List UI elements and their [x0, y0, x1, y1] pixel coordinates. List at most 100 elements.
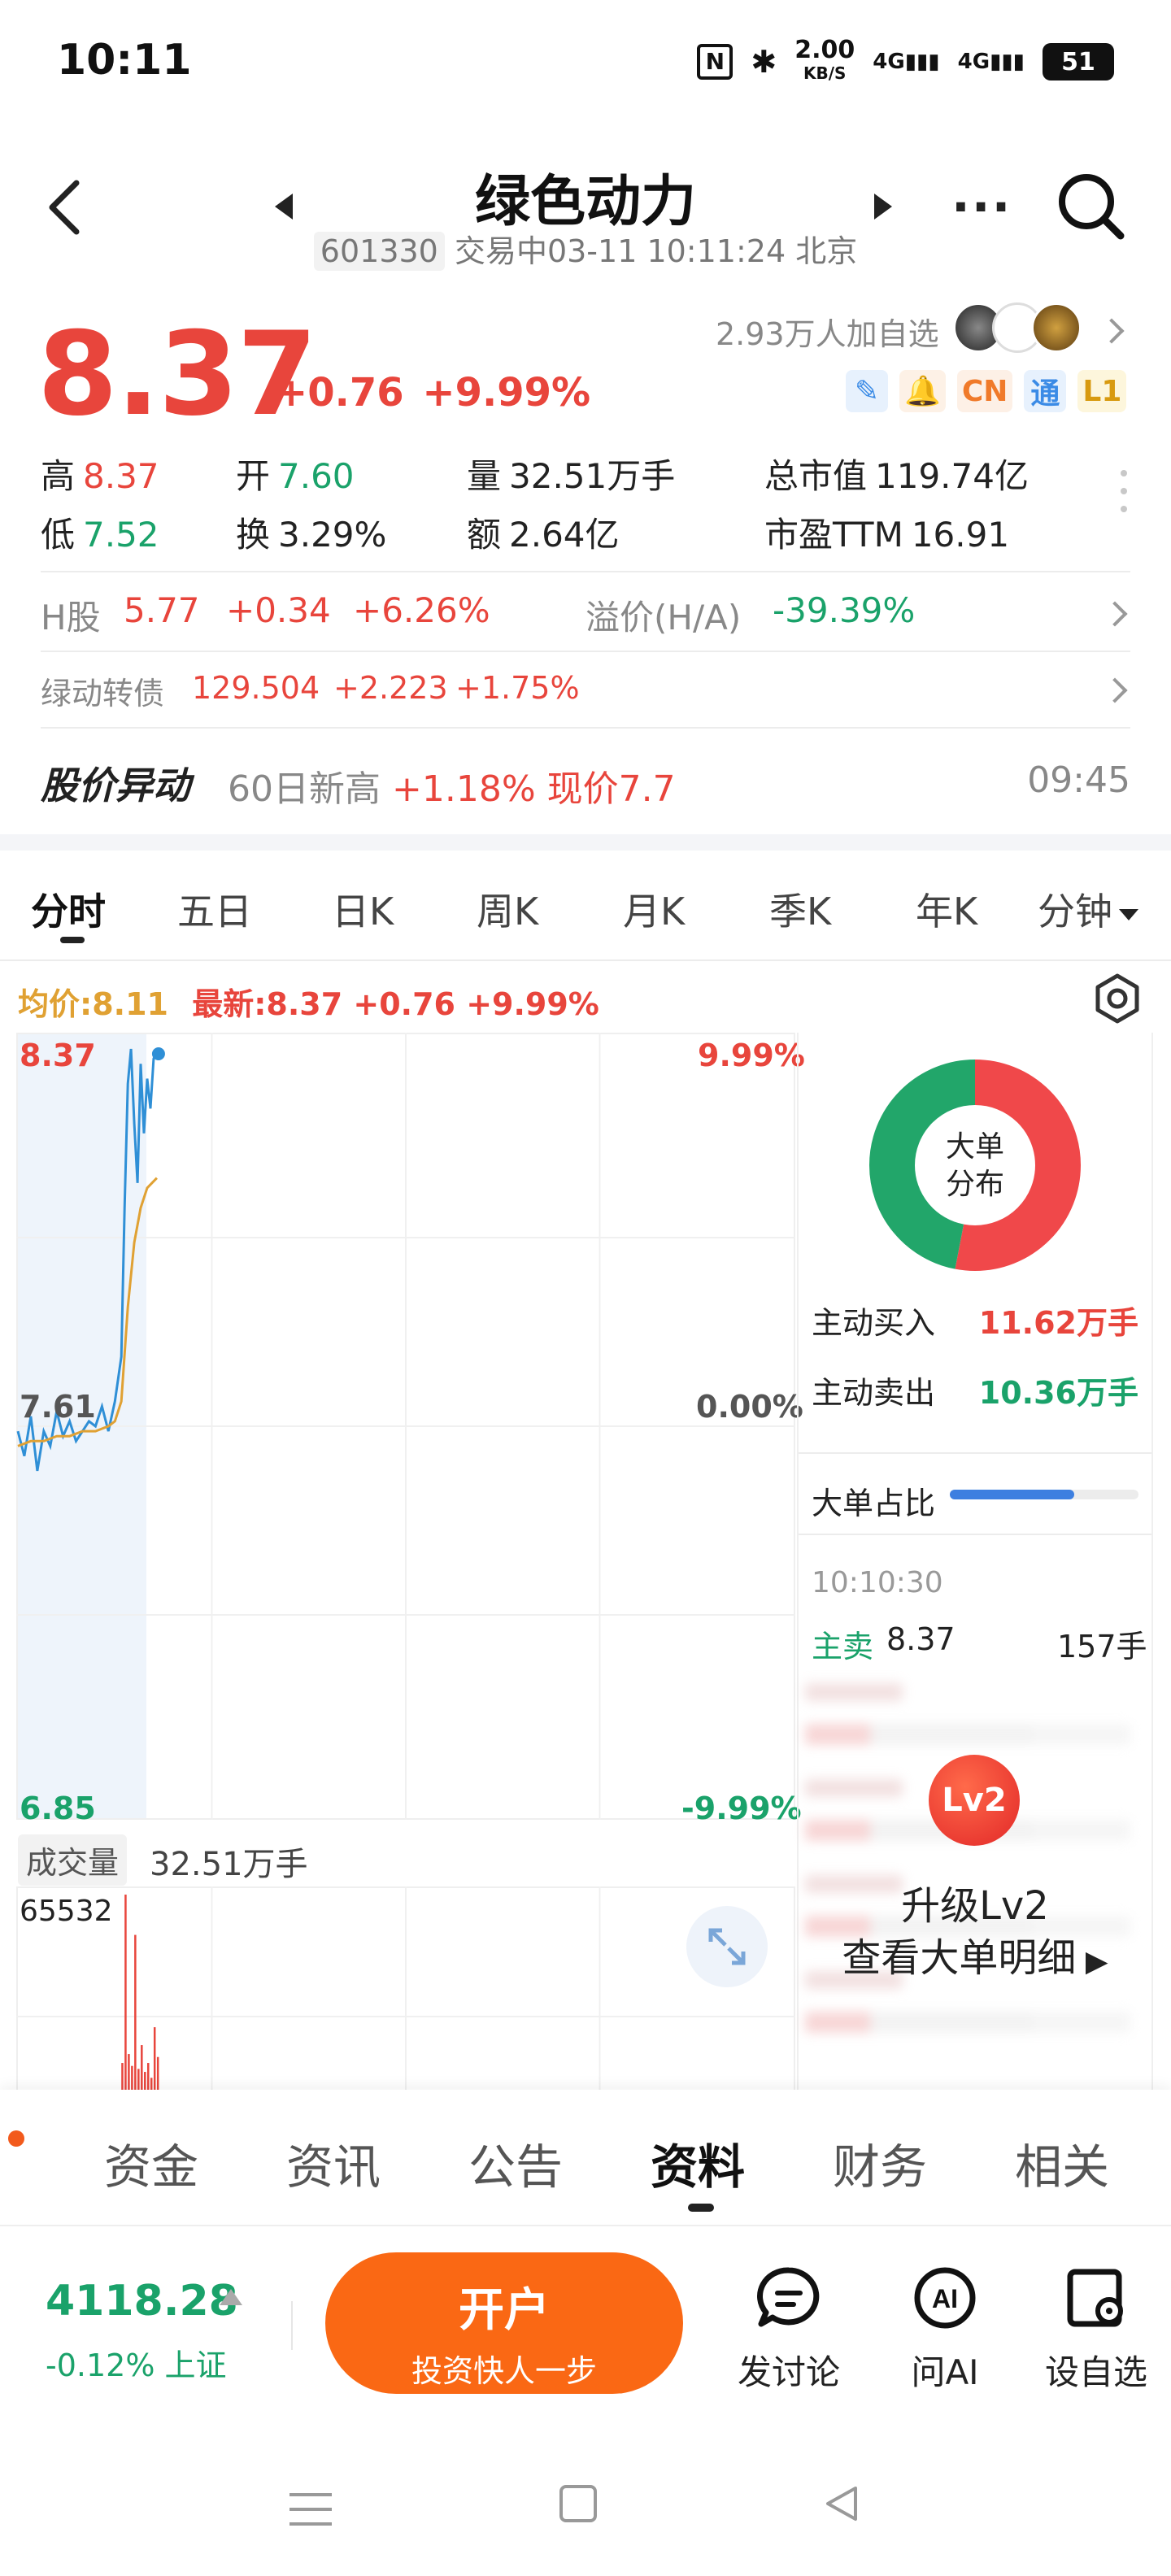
volume-bar [128, 2054, 130, 2090]
ask-ai-label: 问AI [911, 2352, 979, 2392]
tab-five-day[interactable]: 五日 [177, 882, 252, 936]
bell-icon[interactable]: 🔔 [899, 370, 946, 412]
convertible-row[interactable]: 绿动转债 129.504 +2.223 +1.75% [41, 665, 1130, 717]
volume-axis-max: 65532 [20, 1895, 113, 1928]
divider [291, 2301, 293, 2350]
followers-count[interactable]: 2.93万人加自选 [716, 309, 939, 354]
volume-bar [131, 2065, 133, 2090]
ask-ai-button[interactable]: AI 问AI [880, 2264, 1010, 2395]
follower-avatars[interactable] [953, 302, 1082, 353]
discuss-button[interactable]: 发讨论 [724, 2264, 854, 2395]
volume-bar [124, 1895, 127, 2090]
tab-funds[interactable]: 资金 [104, 2129, 198, 2197]
menu-nav-icon[interactable] [289, 2480, 332, 2526]
tab-indicator [60, 937, 85, 943]
tab-quarterly-k[interactable]: 季K [769, 882, 831, 936]
stock-code: 601330 [313, 232, 445, 271]
tab-financials[interactable]: 财务 [833, 2129, 927, 2197]
tab-news[interactable]: 资讯 [286, 2129, 381, 2197]
divider [799, 1534, 1151, 1535]
upgrade-title[interactable]: 升级Lv2 [797, 1873, 1153, 1930]
index-trend-icon [220, 2289, 242, 2305]
tab-minute[interactable]: 分钟 [1038, 882, 1138, 936]
h-share-change: +0.34 [226, 590, 331, 630]
h-share-pct: +6.26% [353, 590, 490, 630]
active-buy-value: 11.62万手 [978, 1305, 1138, 1341]
chevron-right-icon [1102, 677, 1128, 703]
section-gap [0, 834, 1171, 851]
price-axis-bottom: 6.85 [20, 1791, 96, 1826]
anomaly-text[interactable]: 60日新高 +1.18% 现价7.7 [228, 759, 676, 812]
notification-dot [8, 2130, 24, 2147]
search-icon[interactable] [1054, 169, 1127, 242]
donut-center-label: 大单 分布 [932, 1122, 1018, 1208]
tab-announcements[interactable]: 公告 [468, 2129, 563, 2197]
upgrade-subtitle[interactable]: 查看大单明细 ▶ [797, 1925, 1153, 1982]
trade-side: 主卖 [812, 1629, 874, 1664]
edit-icon[interactable]: ✎ [846, 370, 888, 412]
divider [0, 2225, 1171, 2226]
tab-monthly-k[interactable]: 月K [623, 882, 685, 936]
h-share-row[interactable]: H股 5.77 +0.34 +6.26% 溢价(H/A) -39.39% [41, 587, 1130, 644]
signal-icon: 4G▮▮▮ [873, 50, 940, 74]
divider [41, 727, 1130, 729]
latest-point [151, 1047, 165, 1060]
anomaly-time: 09:45 [1027, 759, 1130, 801]
h-share-label: H股 [41, 598, 101, 637]
trade-qty: 157手 [1057, 1629, 1147, 1664]
watchlist-icon [1067, 2269, 1123, 2327]
battery-icon: 51 [1043, 43, 1114, 80]
open-account-button[interactable]: 开户 投资快人一步 [325, 2252, 683, 2394]
volume-bar [134, 1934, 137, 2090]
discuss-label: 发讨论 [737, 2352, 840, 2392]
price-axis-top: 8.37 [20, 1038, 96, 1073]
bottom-tab-indicator [688, 2204, 714, 2212]
tab-weekly-k[interactable]: 周K [477, 882, 538, 936]
ai-icon: AI [914, 2267, 976, 2329]
gear-icon[interactable] [1091, 973, 1143, 1025]
big-order-ratio-fill [950, 1490, 1075, 1499]
index-change: -0.12% 上证 [46, 2348, 227, 2383]
tab-intraday[interactable]: 分时 [31, 882, 106, 936]
connect-badge: 通 [1024, 370, 1067, 412]
stat-open: 开 7.60 [236, 456, 355, 496]
tab-related[interactable]: 相关 [1015, 2129, 1109, 2197]
home-nav-icon[interactable] [559, 2485, 597, 2522]
chart-legend: 均价:8.11 最新:8.37 +0.76 +9.99% [18, 979, 599, 1024]
back-nav-icon[interactable] [821, 2483, 862, 2524]
volume-chip[interactable]: 成交量 [18, 1834, 128, 1886]
intraday-chart[interactable] [16, 1033, 795, 1820]
divider [0, 959, 1171, 961]
volume-bar [121, 2063, 124, 2090]
stat-pe: 市盈TTM 16.91 [764, 515, 1010, 555]
volume-bar [147, 2063, 150, 2090]
more-icon[interactable]: ··· [951, 179, 1012, 236]
level-badge: L1 [1077, 370, 1127, 412]
nfc-icon: N [697, 44, 734, 80]
open-account-sub: 投资快人一步 [411, 2353, 597, 2389]
expand-stats-handle[interactable] [1121, 470, 1127, 524]
add-watchlist-label: 设自选 [1044, 2352, 1147, 2392]
convertible-change: +2.223 [333, 670, 448, 706]
avg-price-label: 均价:8.11 [18, 986, 168, 1022]
volume-bar [156, 2056, 159, 2090]
pct-axis-bottom: -9.99% [681, 1791, 802, 1826]
big-order-ratio-bar [950, 1490, 1138, 1499]
price-axis-mid: 7.61 [20, 1389, 96, 1425]
next-stock-icon[interactable] [874, 194, 892, 220]
volume-bar [144, 2072, 146, 2090]
lv2-badge[interactable]: Lv2 [929, 1755, 1020, 1846]
price-change: +0.76 +9.99% [275, 370, 590, 416]
tab-yearly-k[interactable]: 年K [916, 882, 977, 936]
latest-price-label: 最新:8.37 +0.76 +9.99% [192, 986, 599, 1022]
expand-icon[interactable] [686, 1906, 768, 1987]
change-value: +0.76 [275, 370, 404, 416]
premium-value: -39.39% [773, 590, 916, 630]
convertible-label: 绿动转债 [41, 676, 165, 711]
cn-badge: CN [956, 370, 1013, 412]
active-sell-value: 10.36万手 [978, 1375, 1138, 1411]
add-watchlist-button[interactable]: 设自选 [1031, 2264, 1161, 2395]
chevron-right-icon[interactable] [1099, 318, 1125, 344]
tab-daily-k[interactable]: 日K [332, 882, 394, 936]
tab-profile[interactable]: 资料 [651, 2129, 745, 2197]
